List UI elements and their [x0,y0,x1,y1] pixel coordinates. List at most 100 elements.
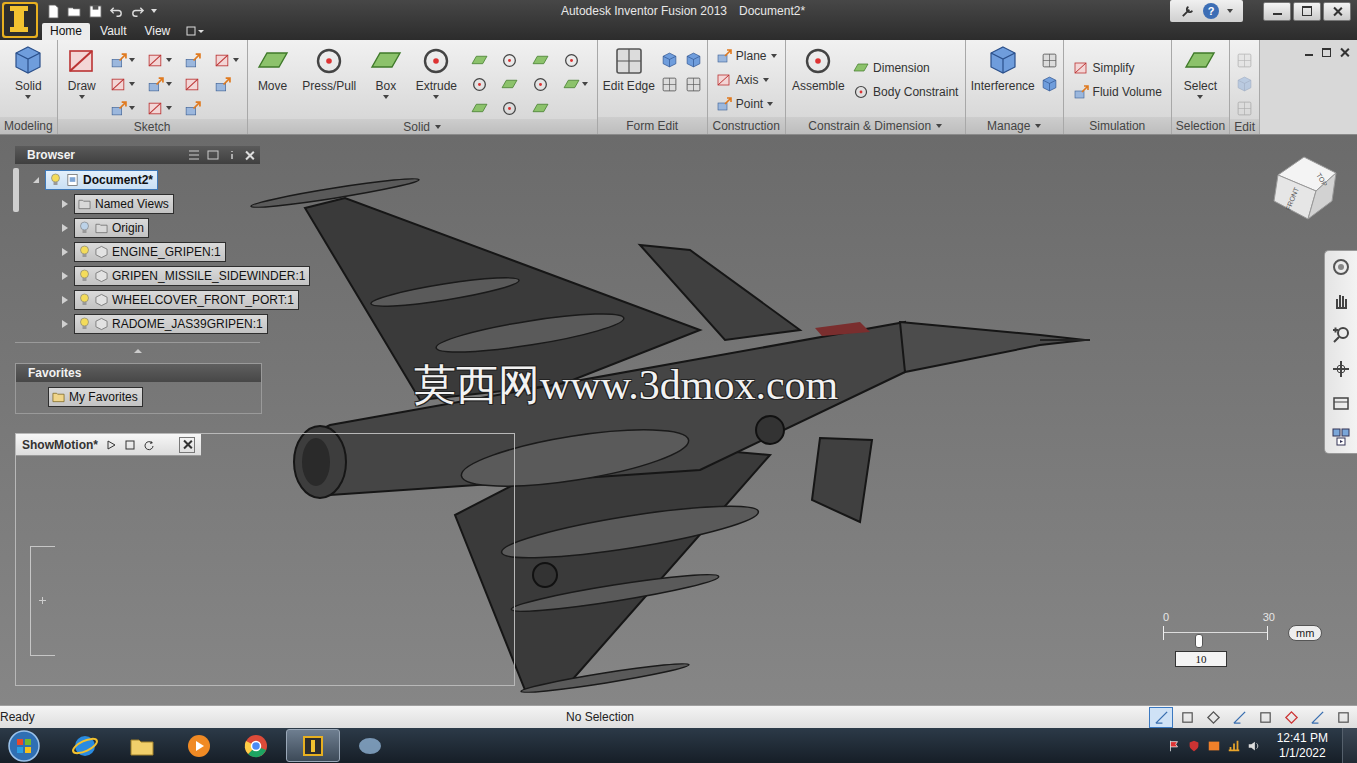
ribbon-button[interactable]: Extrude [416,43,457,99]
play-icon[interactable] [105,439,117,451]
scrollbar-thumb[interactable] [13,168,19,212]
ribbon-group-label[interactable]: Selection [1172,117,1229,134]
dropdown-caret-icon[interactable] [433,95,439,99]
taskbar-app[interactable] [115,729,169,762]
clock[interactable]: 12:41 PM1/1/2022 [1277,731,1328,761]
tree-item[interactable]: Origin [15,216,260,240]
steering-wheel-icon[interactable] [1331,257,1351,277]
ribbon-button[interactable] [501,97,518,119]
ribbon-tab[interactable]: Home [42,23,90,40]
ribbon-button[interactable] [661,73,678,95]
ribbon-button[interactable] [471,73,488,95]
volume-icon[interactable] [1247,739,1261,753]
status-tool[interactable] [1305,707,1329,728]
dropdown-caret-icon[interactable] [763,78,769,82]
tree-item[interactable]: WHEELCOVER_FRONT_PORT:1 [15,288,260,312]
loop-icon[interactable] [143,439,155,451]
scale-unit[interactable]: mm [1288,625,1322,641]
dropdown-caret-icon[interactable] [233,58,239,62]
zoom-icon[interactable] [1331,325,1351,345]
tree-item-box[interactable]: RADOME_JAS39GRIPEN:1 [74,314,268,334]
doc-minimize-icon[interactable] [1305,54,1313,56]
taskbar-app[interactable] [172,729,226,762]
save-icon[interactable] [88,4,103,19]
taskbar-app[interactable] [229,729,283,762]
ribbon-button[interactable]: Body Constraint [853,81,958,103]
look-at-icon[interactable] [1331,393,1351,413]
ribbon-button[interactable] [685,73,702,95]
ribbon-button[interactable] [184,73,201,95]
dropdown-caret-icon[interactable] [25,95,31,99]
dropdown-caret-icon[interactable] [166,106,172,110]
ribbon-button[interactable]: Plane [716,45,777,67]
taskbar-app[interactable] [286,729,340,762]
tree-item[interactable]: Named Views [15,192,260,216]
ribbon-button[interactable]: Press/Pull [302,43,356,93]
ribbon-button[interactable]: Interference [971,43,1035,93]
minimize-button[interactable] [1263,2,1291,21]
expand-icon[interactable] [62,320,68,328]
close-panel-icon[interactable] [245,151,254,160]
ribbon-button[interactable] [532,97,549,119]
view-cube[interactable]: TOPFRONT [1268,153,1340,223]
expand-icon[interactable] [33,177,39,183]
panel-splitter[interactable] [15,342,260,359]
help-button[interactable]: ? [1203,3,1219,19]
expand-icon[interactable] [62,296,68,304]
tree-item[interactable]: ENGINE_GRIPEN:1 [15,240,260,264]
status-tool[interactable] [1331,707,1355,728]
tools-icon[interactable] [1180,4,1195,19]
dropdown-caret-icon[interactable] [79,95,85,99]
open-folder-icon[interactable] [67,4,82,19]
status-tool[interactable] [1149,707,1173,728]
ribbon-button[interactable] [501,73,518,95]
status-tool[interactable] [1201,707,1225,728]
undo-icon[interactable] [109,4,124,19]
visibility-bulb-icon[interactable] [49,173,62,187]
ribbon-button[interactable] [661,49,678,71]
expand-icon[interactable] [62,200,68,208]
visibility-bulb-icon[interactable] [78,317,91,331]
app-logo-icon[interactable] [0,0,40,40]
doc-close-icon[interactable] [1340,48,1349,57]
tree-item-box[interactable]: GRIPEN_MISSILE_SIDEWINDER:1 [74,266,310,286]
dropdown-caret-icon[interactable] [582,82,588,86]
ribbon-button[interactable] [1236,49,1253,71]
dropdown-caret-icon[interactable] [383,95,389,99]
ribbon-group-label[interactable]: Sketch [58,119,247,134]
ribbon-button[interactable] [147,49,172,71]
ribbon-button[interactable]: Axis [716,69,777,91]
scale-value[interactable]: 10 [1175,651,1227,667]
ribbon-button[interactable] [184,97,201,119]
ribbon-button[interactable] [532,73,549,95]
ribbon-button[interactable] [685,49,702,71]
visibility-bulb-icon[interactable] [78,293,91,307]
ribbon-button[interactable] [110,49,135,71]
redo-icon[interactable] [130,4,145,19]
aircraft-model[interactable] [0,135,1357,705]
status-tool[interactable] [1253,707,1277,728]
ribbon-button[interactable]: Solid [12,43,44,99]
add-shot-icon[interactable] [39,597,46,604]
scale-knob[interactable] [1195,634,1203,648]
stop-icon[interactable] [124,439,136,451]
visibility-bulb-icon[interactable] [78,221,91,235]
dropdown-caret-icon[interactable] [1197,95,1203,99]
action-center-flag-icon[interactable] [1167,739,1181,753]
ribbon-tab[interactable]: View [136,23,178,40]
ribbon-button[interactable] [563,73,588,95]
status-tool[interactable] [1227,707,1251,728]
ribbon-button[interactable]: Draw [66,43,98,99]
ribbon-button[interactable] [214,73,239,95]
help-caret-icon[interactable] [1227,9,1233,13]
start-button-icon[interactable] [6,728,42,763]
info-icon[interactable] [226,149,238,161]
ribbon-button[interactable] [563,49,588,71]
ribbon-button[interactable] [471,49,488,71]
ribbon-button[interactable] [214,49,239,71]
ribbon-button[interactable]: Assemble [792,43,845,93]
ribbon-tab[interactable]: Vault [92,23,134,40]
ribbon-button[interactable]: Dimension [853,57,958,79]
ribbon-group-label[interactable]: Modeling [0,117,57,134]
close-button[interactable] [1323,2,1351,21]
